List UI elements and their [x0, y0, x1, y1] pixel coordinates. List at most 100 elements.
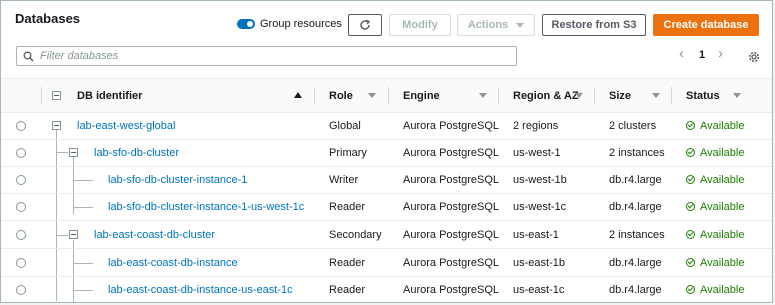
table-row[interactable]: lab-east-coast-db-cluster Secondary Auro… [1, 221, 772, 249]
actions-label: Actions [467, 19, 509, 31]
engine-cell: Aurora PostgreSQL [403, 146, 499, 159]
column-header-status[interactable]: Status [686, 79, 720, 112]
collapse-all-icon[interactable] [52, 91, 61, 100]
refresh-button[interactable] [348, 14, 382, 36]
engine-cell: Aurora PostgreSQL [403, 228, 499, 241]
role-cell: Reader [329, 256, 366, 269]
table-header-row: DB identifier Role Engine Region & AZ Si… [1, 78, 772, 113]
table-row[interactable]: lab-sfo-db-cluster-instance-1-us-west-1c… [1, 193, 772, 221]
create-database-button[interactable]: Create database [653, 14, 759, 36]
status-cell: Available [686, 166, 744, 193]
column-header-region-az[interactable]: Region & AZ [513, 79, 579, 112]
status-cell: Available [686, 139, 744, 166]
status-text: Available [700, 119, 745, 132]
row-select-radio[interactable] [16, 230, 26, 240]
column-divider [498, 87, 499, 104]
settings-gear-icon[interactable] [748, 51, 760, 63]
column-header-db-identifier[interactable]: DB identifier [77, 79, 142, 112]
db-identifier-link[interactable]: lab-sfo-db-cluster [94, 139, 179, 166]
size-cell: 2 instances [609, 228, 665, 241]
db-identifier-link[interactable]: lab-east-west-global [77, 112, 175, 139]
collapse-icon[interactable] [69, 230, 78, 239]
status-cell: Available [686, 221, 744, 248]
db-identifier-link[interactable]: lab-east-coast-db-instance-us-east-1c [108, 276, 293, 303]
row-select-radio[interactable] [16, 121, 26, 131]
table-row[interactable]: lab-east-west-global Global Aurora Postg… [1, 112, 772, 140]
next-page-button[interactable]: › [718, 45, 723, 62]
caret-down-icon [516, 22, 525, 28]
group-resources-toggle[interactable]: Group resources [237, 18, 342, 30]
prev-page-button[interactable]: ‹ [679, 45, 684, 62]
status-cell: Available [686, 193, 744, 220]
status-text: Available [700, 173, 745, 186]
collapse-icon[interactable] [52, 121, 61, 130]
size-cell: 2 instances [609, 146, 665, 159]
filter-dropdown-icon[interactable] [479, 93, 487, 98]
region-cell: us-east-1c [513, 283, 565, 296]
status-check-icon [686, 258, 695, 267]
role-cell: Reader [329, 283, 366, 296]
role-cell: Writer [329, 173, 359, 186]
filter-dropdown-icon[interactable] [368, 93, 376, 98]
refresh-icon [360, 19, 371, 30]
restore-from-s3-button[interactable]: Restore from S3 [542, 14, 646, 36]
status-cell: Available [686, 276, 744, 303]
toggle-switch-icon[interactable] [237, 19, 255, 29]
region-cell: us-west-1b [513, 173, 567, 186]
size-cell: db.r4.large [609, 283, 662, 296]
row-select-radio[interactable] [16, 285, 26, 295]
region-cell: 2 regions [513, 119, 559, 132]
engine-cell: Aurora PostgreSQL [403, 283, 499, 296]
column-divider [314, 87, 315, 104]
status-check-icon [686, 202, 695, 211]
group-resources-label: Group resources [260, 18, 342, 30]
row-select-radio[interactable] [16, 148, 26, 158]
status-check-icon [686, 121, 695, 130]
status-text: Available [700, 228, 745, 241]
status-check-icon [686, 148, 695, 157]
engine-cell: Aurora PostgreSQL [403, 173, 499, 186]
column-header-engine[interactable]: Engine [403, 79, 440, 112]
db-identifier-link[interactable]: lab-east-coast-db-cluster [94, 221, 215, 248]
page-title: Databases [15, 11, 81, 26]
status-check-icon [686, 230, 695, 239]
size-cell: db.r4.large [609, 173, 662, 186]
filter-databases-input[interactable] [40, 50, 500, 62]
column-divider [671, 87, 672, 104]
modify-button[interactable]: Modify [389, 14, 451, 36]
filter-dropdown-icon[interactable] [575, 93, 583, 98]
size-cell: 2 clusters [609, 119, 657, 132]
db-identifier-link[interactable]: lab-sfo-db-cluster-instance-1-us-west-1c [108, 193, 304, 220]
size-cell: db.r4.large [609, 200, 662, 213]
column-header-role[interactable]: Role [329, 79, 353, 112]
row-select-radio[interactable] [16, 202, 26, 212]
table-row[interactable]: lab-east-coast-db-instance-us-east-1c Re… [1, 276, 772, 303]
engine-cell: Aurora PostgreSQL [403, 200, 499, 213]
column-header-size[interactable]: Size [609, 79, 631, 112]
table-row[interactable]: lab-sfo-db-cluster-instance-1 Writer Aur… [1, 166, 772, 194]
status-check-icon [686, 175, 695, 184]
page-number[interactable]: 1 [699, 49, 705, 61]
table-row[interactable]: lab-east-coast-db-instance Reader Aurora… [1, 249, 772, 277]
table-row[interactable]: lab-sfo-db-cluster Primary Aurora Postgr… [1, 139, 772, 167]
collapse-icon[interactable] [69, 148, 78, 157]
engine-cell: Aurora PostgreSQL [403, 119, 499, 132]
row-select-radio[interactable] [16, 258, 26, 268]
filter-dropdown-icon[interactable] [652, 93, 660, 98]
sort-ascending-icon[interactable] [294, 92, 302, 98]
status-text: Available [700, 200, 745, 213]
row-select-radio[interactable] [16, 175, 26, 185]
databases-panel: Databases Group resources Modify Actions… [0, 0, 773, 303]
filter-search-box[interactable] [16, 46, 517, 66]
db-identifier-link[interactable]: lab-sfo-db-cluster-instance-1 [108, 166, 247, 193]
engine-cell: Aurora PostgreSQL [403, 256, 499, 269]
status-cell: Available [686, 249, 744, 276]
region-cell: us-east-1b [513, 256, 565, 269]
role-cell: Primary [329, 146, 367, 159]
status-cell: Available [686, 112, 744, 139]
actions-button[interactable]: Actions [457, 14, 535, 36]
db-identifier-link[interactable]: lab-east-coast-db-instance [108, 249, 238, 276]
column-divider [41, 87, 42, 104]
region-cell: us-east-1 [513, 228, 559, 241]
filter-dropdown-icon[interactable] [733, 93, 741, 98]
